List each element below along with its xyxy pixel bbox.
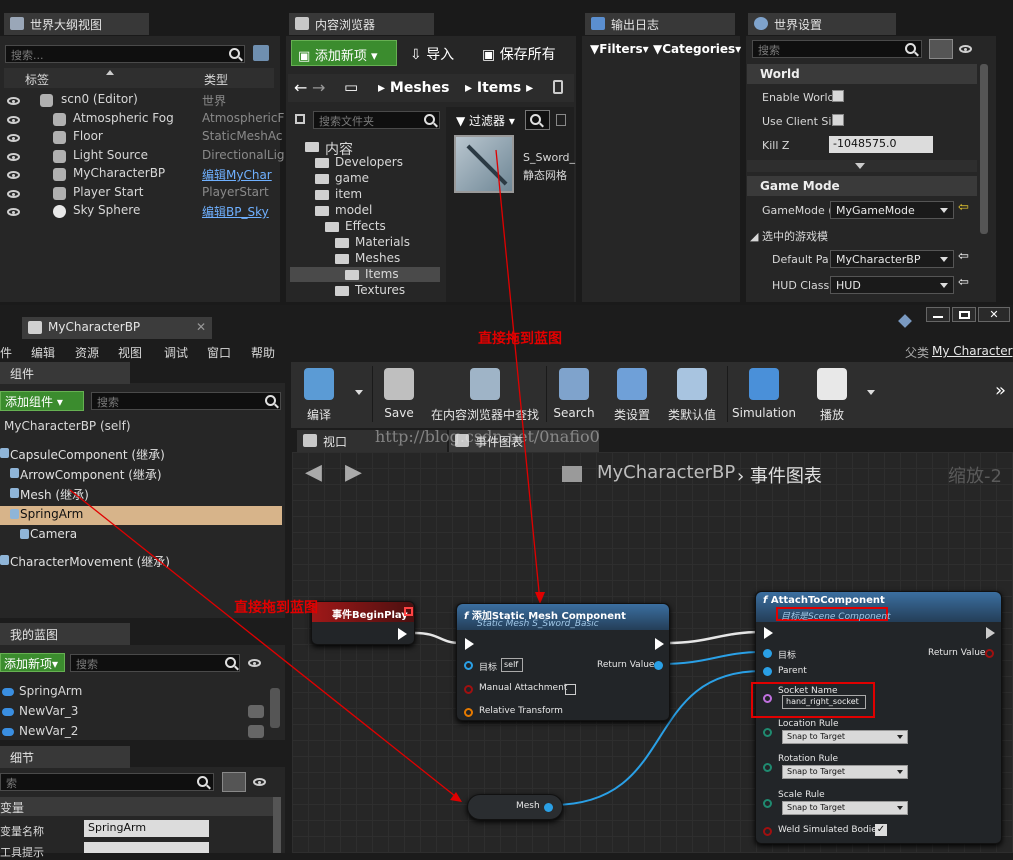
scale-rule-dropdown[interactable]: Snap to Target: [782, 801, 908, 815]
manual-attachment-checkbox[interactable]: [565, 684, 576, 695]
delegate-pin[interactable]: [404, 607, 413, 616]
weld-label: Weld Simulated Bodies: [778, 825, 882, 835]
annotation-arrow-1: [495, 149, 541, 603]
weld-checkbox[interactable]: ✓: [875, 824, 887, 836]
rotation-rule-pin[interactable]: [763, 763, 772, 772]
node-mesh-variable[interactable]: Mesh: [467, 794, 563, 820]
add-mesh-return-label: Return Value: [597, 660, 655, 670]
add-mesh-node-subtitle: Static Mesh S_Sword_Basic: [477, 619, 599, 629]
add-mesh-exec-in-pin[interactable]: [465, 638, 474, 650]
attach-target-pin[interactable]: [763, 649, 772, 658]
scale-rule-pin[interactable]: [763, 799, 772, 808]
mesh-node-label: Mesh: [516, 801, 540, 811]
manual-attachment-label: Manual Attachment: [479, 683, 568, 693]
attach-node-subtitle: 目标是Scene Component: [776, 607, 891, 622]
rotation-rule-label: Rotation Rule: [778, 754, 839, 764]
add-mesh-target-label: 目标: [479, 663, 498, 673]
relative-transform-pin[interactable]: [464, 708, 473, 717]
function-icon: f: [464, 611, 469, 622]
attach-parent-label: Parent: [778, 666, 807, 676]
node-event-beginplay[interactable]: 事件BeginPlay: [311, 601, 415, 645]
weld-pin[interactable]: [763, 827, 772, 836]
attach-return-label: Return Value: [928, 648, 986, 658]
socket-name-input[interactable]: hand_right_socket: [782, 695, 866, 709]
mesh-output-pin[interactable]: [544, 803, 553, 812]
event-exec-out-pin[interactable]: [398, 628, 407, 640]
attach-node-title: f AttachToComponent: [763, 595, 885, 606]
add-mesh-exec-out-pin[interactable]: [655, 638, 664, 650]
attach-exec-out-pin[interactable]: [986, 627, 995, 639]
attach-function-icon: f: [763, 595, 768, 606]
event-node-title: 事件BeginPlay: [332, 610, 408, 621]
annotation-drag-2: 直接拖到蓝图: [234, 600, 318, 616]
exec-wire-2: [667, 630, 763, 645]
scale-rule-label: Scale Rule: [778, 790, 825, 800]
relative-transform-label: Relative Transform: [479, 706, 563, 716]
location-rule-dropdown[interactable]: Snap to Target: [782, 730, 908, 744]
annotation-arrow-2: [69, 489, 461, 801]
exec-wire-1: [414, 631, 461, 645]
add-mesh-return-pin[interactable]: [654, 661, 663, 670]
add-mesh-target-pin[interactable]: [464, 661, 473, 670]
socket-name-pin[interactable]: [763, 694, 772, 703]
rotation-rule-dropdown[interactable]: Snap to Target: [782, 765, 908, 779]
attach-exec-in-pin[interactable]: [764, 627, 773, 639]
location-rule-pin[interactable]: [763, 728, 772, 737]
location-rule-label: Location Rule: [778, 719, 839, 729]
annotation-drag-1: 直接拖到蓝图: [478, 331, 562, 347]
manual-attachment-pin[interactable]: [464, 685, 473, 694]
attach-return-pin[interactable]: [985, 649, 994, 658]
node-add-static-mesh[interactable]: f 添加Static Mesh Component Static Mesh S_…: [456, 603, 670, 721]
return-to-target-wire: [659, 651, 763, 665]
node-attach-to-component[interactable]: f AttachToComponent 目标是Scene Component 目…: [751, 591, 1002, 844]
attach-parent-pin[interactable]: [763, 667, 772, 676]
attach-target-label: 目标: [778, 651, 797, 661]
add-mesh-self-value[interactable]: self: [501, 658, 523, 672]
